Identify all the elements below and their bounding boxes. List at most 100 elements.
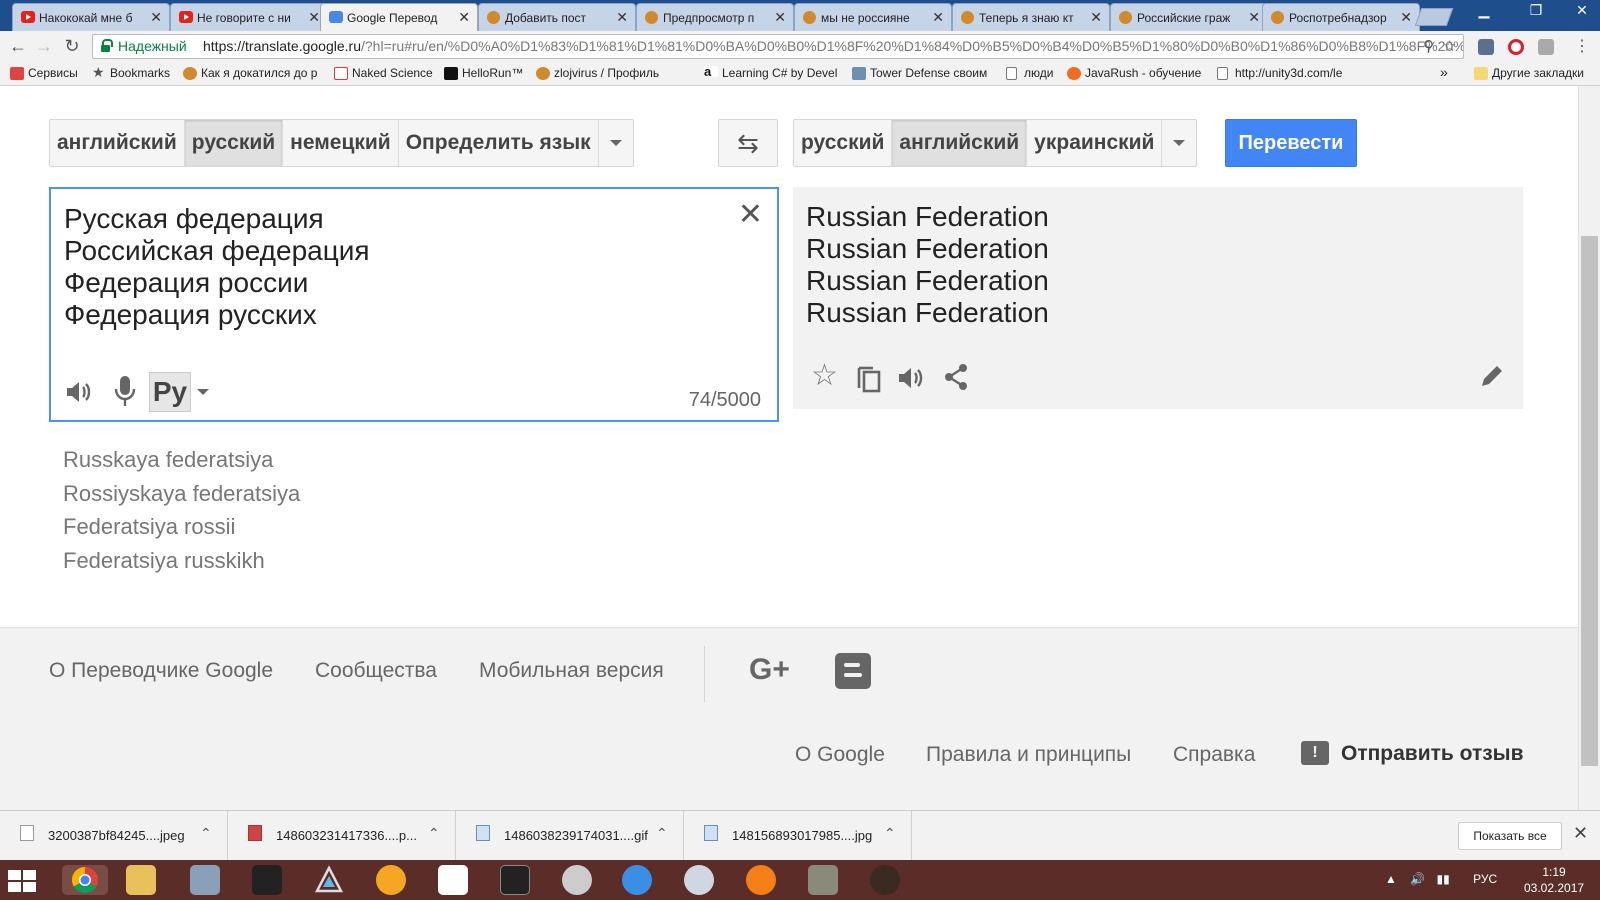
- bookmark-item[interactable]: Tower Defense своим: [852, 66, 992, 80]
- bookmarks-overflow-button[interactable]: »: [1440, 64, 1456, 80]
- send-feedback-link[interactable]: Отправить отзыв: [1341, 742, 1524, 766]
- new-tab-button[interactable]: [1414, 8, 1454, 26]
- swap-languages-icon[interactable]: ⇆: [718, 119, 778, 167]
- maximize-icon[interactable]: ❐: [1522, 2, 1550, 19]
- extension-icon[interactable]: [1478, 39, 1494, 55]
- bookmark-item[interactable]: HelloRun™: [444, 66, 529, 80]
- chrome-taskbar-icon[interactable]: [62, 865, 108, 895]
- reload-icon[interactable]: ↻: [62, 36, 82, 57]
- windows-start-icon[interactable]: [8, 870, 36, 892]
- tab-8[interactable]: Российские граж ✕: [1110, 3, 1268, 31]
- feedback-icon[interactable]: !: [1301, 741, 1329, 765]
- source-text-input[interactable]: Русская федерация Российская федерация Ф…: [49, 187, 779, 422]
- tab-close-icon[interactable]: ✕: [1248, 9, 1260, 26]
- input-tools-button[interactable]: Ру: [149, 372, 191, 412]
- bookmark-item[interactable]: Как я докатился до р: [183, 66, 323, 80]
- microphone-icon[interactable]: [113, 374, 137, 413]
- footer-link-help[interactable]: Справка: [1173, 743, 1255, 767]
- edit-pencil-icon[interactable]: [1479, 363, 1505, 394]
- chevron-up-icon[interactable]: ⌃: [200, 825, 212, 842]
- minimize-icon[interactable]: ▁: [1470, 2, 1498, 19]
- tab-2[interactable]: Не говорите с ни ✕: [170, 3, 328, 31]
- search-app-taskbar-icon[interactable]: [684, 865, 714, 895]
- bookmark-item[interactable]: люди: [1006, 66, 1062, 80]
- google-plus-icon[interactable]: G+: [749, 653, 790, 687]
- file-explorer-taskbar-icon[interactable]: [126, 865, 156, 895]
- menu-icon[interactable]: ⋮: [1572, 36, 1592, 56]
- bookmark-item[interactable]: Сервисы: [10, 66, 82, 80]
- network-icon[interactable]: ▮▮: [1437, 872, 1450, 886]
- game-taskbar-icon[interactable]: [870, 865, 900, 895]
- chevron-up-icon[interactable]: ⌃: [656, 825, 668, 842]
- source-text[interactable]: Русская федерация Российская федерация Ф…: [64, 203, 370, 331]
- tab-close-icon[interactable]: ✕: [616, 9, 628, 26]
- tab-9[interactable]: Роспотребнадзор ✕: [1262, 3, 1420, 31]
- target-lang-russian[interactable]: русский: [794, 120, 893, 166]
- jetbrains-taskbar-icon[interactable]: [500, 865, 530, 895]
- footer-link-community[interactable]: Сообщества: [315, 659, 437, 683]
- source-lang-english[interactable]: английский: [50, 120, 185, 166]
- blogger-icon[interactable]: [835, 653, 871, 689]
- bookmark-item[interactable]: http://unity3d.com/le: [1217, 66, 1357, 80]
- target-lang-english[interactable]: английский: [892, 120, 1028, 166]
- bookmark-item[interactable]: JavaRush - обучение: [1067, 66, 1207, 80]
- chevron-up-icon[interactable]: ⌃: [428, 825, 440, 842]
- detect-language-button[interactable]: Определить язык: [399, 120, 599, 166]
- browser-taskbar-icon[interactable]: [376, 865, 406, 895]
- tab-4[interactable]: Добавить пост ✕: [478, 3, 636, 31]
- zoom-icon[interactable]: ⚲: [1423, 35, 1434, 58]
- tab-close-icon[interactable]: ✕: [150, 9, 162, 26]
- footer-link-mobile[interactable]: Мобильная версия: [479, 659, 664, 683]
- download-item[interactable]: 148603231417336....p... ⌃: [228, 811, 456, 861]
- bookmark-star-icon[interactable]: ☆: [1443, 35, 1456, 58]
- tray-overflow-icon[interactable]: ▲: [1385, 872, 1397, 886]
- opera-icon[interactable]: [1508, 39, 1524, 55]
- listen-translation-icon[interactable]: [897, 365, 925, 396]
- target-lang-dropdown-icon[interactable]: [1162, 120, 1196, 166]
- back-arrow-icon[interactable]: ←: [8, 36, 28, 57]
- listen-source-icon[interactable]: [65, 379, 93, 410]
- tab-close-icon[interactable]: ✕: [308, 9, 320, 26]
- copy-icon[interactable]: [855, 363, 883, 398]
- taskbar-clock[interactable]: 1:19 03.02.2017: [1524, 864, 1584, 896]
- chevron-up-icon[interactable]: ⌃: [884, 825, 896, 842]
- tab-close-icon[interactable]: ✕: [1400, 9, 1412, 26]
- target-lang-ukrainian[interactable]: украинский: [1027, 120, 1163, 166]
- footer-link-policies[interactable]: Правила и принципы: [926, 743, 1131, 767]
- translate-button[interactable]: Перевести: [1225, 119, 1357, 167]
- forward-arrow-icon[interactable]: →: [34, 36, 54, 57]
- tab-google-translate[interactable]: Google Перевод ✕: [320, 3, 478, 31]
- window-close-icon[interactable]: ✕: [1568, 2, 1596, 19]
- volume-icon[interactable]: 🔊: [1410, 872, 1425, 886]
- download-item[interactable]: 1486038239174031....gif ⌃: [456, 811, 684, 861]
- tab-5[interactable]: Предпросмотр п ✕: [636, 3, 794, 31]
- bookmark-item[interactable]: ★ Bookmarks: [92, 66, 172, 80]
- tab-close-icon[interactable]: ✕: [1090, 9, 1102, 26]
- bookmark-item[interactable]: Naked Science: [334, 66, 434, 80]
- extension-icon[interactable]: [1538, 39, 1554, 55]
- footer-link-about-translate[interactable]: О Переводчике Google: [49, 659, 273, 683]
- tab-6[interactable]: мы не россияне ✕: [794, 3, 952, 31]
- source-lang-dropdown-icon[interactable]: [599, 120, 633, 166]
- clear-text-icon[interactable]: ✕: [738, 197, 763, 232]
- tab-1[interactable]: Накококай мне б ✕: [12, 3, 170, 31]
- address-bar[interactable]: Надежный https://translate.google.ru/?hl…: [92, 34, 1464, 59]
- tab-close-icon[interactable]: ✕: [774, 9, 786, 26]
- unity-taskbar-icon[interactable]: [314, 865, 344, 895]
- footer-link-about-google[interactable]: О Google: [795, 743, 885, 767]
- page-scrollbar[interactable]: [1578, 86, 1600, 810]
- other-bookmarks[interactable]: Другие закладки: [1474, 66, 1596, 80]
- share-icon[interactable]: [943, 363, 969, 396]
- cloud-taskbar-icon[interactable]: [622, 865, 652, 895]
- tab-close-icon[interactable]: ✕: [932, 9, 944, 26]
- close-download-shelf-icon[interactable]: ✕: [1573, 823, 1588, 844]
- download-item[interactable]: 3200387bf84245....jpeg ⌃: [0, 811, 228, 861]
- source-lang-russian[interactable]: русский: [184, 120, 284, 166]
- source-lang-german[interactable]: немецкий: [283, 120, 399, 166]
- download-item[interactable]: 148156893017985....jpg ⌃: [684, 811, 912, 861]
- bookmark-item[interactable]: a Learning C# by Devel: [704, 66, 842, 80]
- photos-taskbar-icon[interactable]: [190, 865, 220, 895]
- scrollbar-thumb[interactable]: [1581, 236, 1598, 766]
- gimp-taskbar-icon[interactable]: [808, 865, 838, 895]
- blender-taskbar-icon[interactable]: [746, 865, 776, 895]
